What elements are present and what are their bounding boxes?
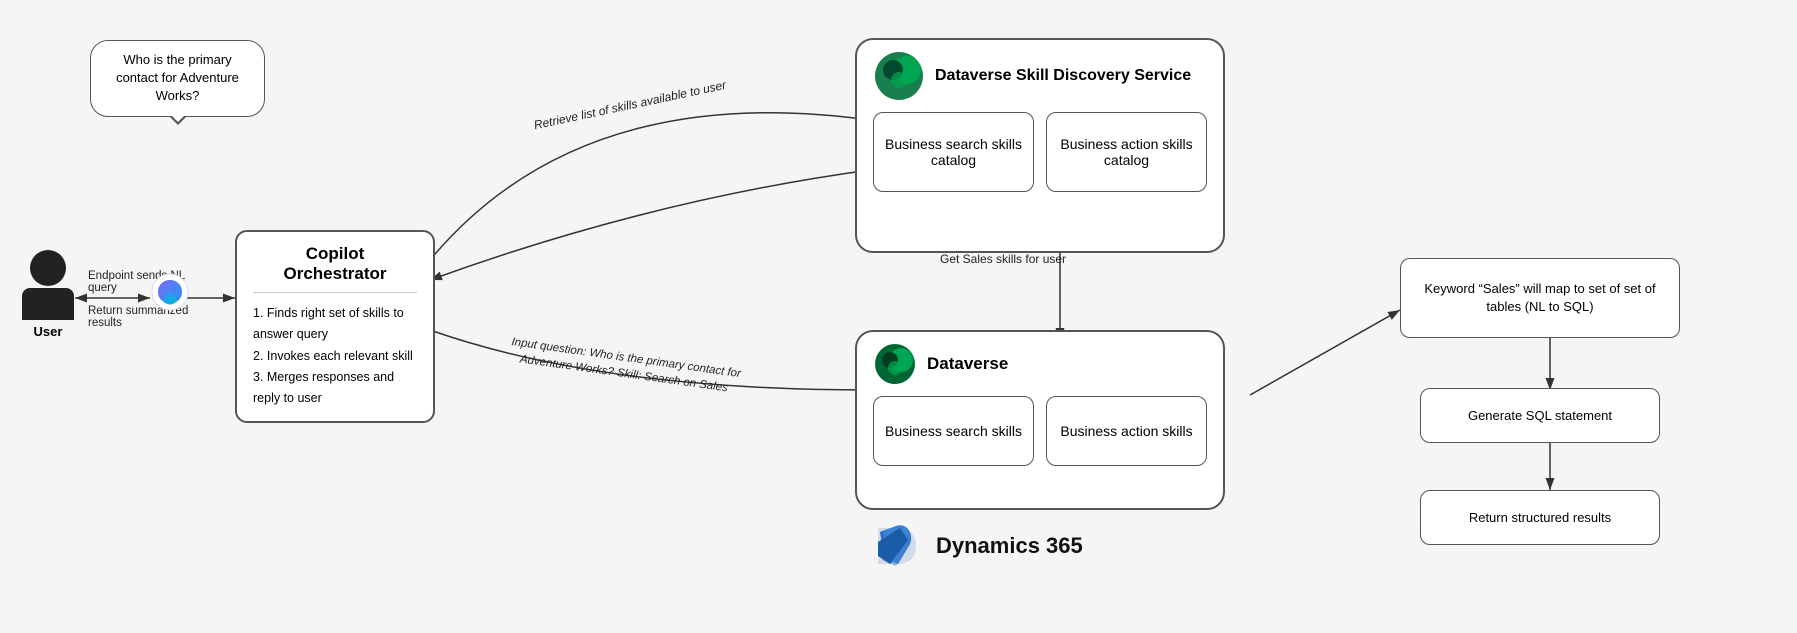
dataverse-icon xyxy=(873,342,917,386)
skill-discovery-title: Dataverse Skill Discovery Service xyxy=(935,66,1191,87)
user-head xyxy=(30,250,66,286)
user-figure: User xyxy=(22,250,74,339)
orchestrator-title: Copilot Orchestrator xyxy=(253,244,417,293)
speech-bubble: Who is the primary contact for Adventure… xyxy=(90,40,265,117)
main-canvas: Who is the primary contact for Adventure… xyxy=(0,0,1797,633)
dataverse-container: Dataverse Business search skills Busines… xyxy=(855,330,1225,510)
copilot-icon xyxy=(150,272,190,312)
user-label: User xyxy=(34,324,63,339)
dataverse-skill-icon xyxy=(873,50,925,102)
speech-bubble-text: Who is the primary contact for Adventure… xyxy=(116,52,239,103)
dynamics-logo xyxy=(870,520,922,572)
input-question-label: Input question: Who is the primary conta… xyxy=(489,331,761,400)
orchestrator-steps: 1. Finds right set of skills to answer q… xyxy=(253,303,417,409)
right-box-structured: Return structured results xyxy=(1420,490,1660,545)
dataverse-boxes: Business search skills Business action s… xyxy=(867,396,1213,466)
dataverse-title: Dataverse xyxy=(927,354,1008,374)
dynamics365-label: Dynamics 365 xyxy=(936,533,1083,559)
dataverse-skill-container: Dataverse Skill Discovery Service Busine… xyxy=(855,38,1225,253)
right-box-sql: Generate SQL statement xyxy=(1420,388,1660,443)
get-sales-label: Get Sales skills for user xyxy=(940,252,1066,266)
copilot-orchestrator-box: Copilot Orchestrator 1. Finds right set … xyxy=(235,230,435,423)
dynamics365-section: Dynamics 365 xyxy=(870,520,1083,572)
business-action-skills-catalog: Business action skills catalog xyxy=(1046,112,1207,192)
business-search-skills: Business search skills xyxy=(873,396,1034,466)
business-action-skills: Business action skills xyxy=(1046,396,1207,466)
business-search-skills-catalog: Business search skills catalog xyxy=(873,112,1034,192)
retrieve-label: Retrieve list of skills available to use… xyxy=(521,75,739,134)
user-body xyxy=(22,288,74,320)
skill-discovery-boxes: Business search skills catalog Business … xyxy=(867,112,1213,192)
dataverse-header: Dataverse xyxy=(867,342,1213,386)
right-box-nl-sql: Keyword “Sales” will map to set of set o… xyxy=(1400,258,1680,338)
skill-discovery-header: Dataverse Skill Discovery Service xyxy=(867,50,1213,102)
